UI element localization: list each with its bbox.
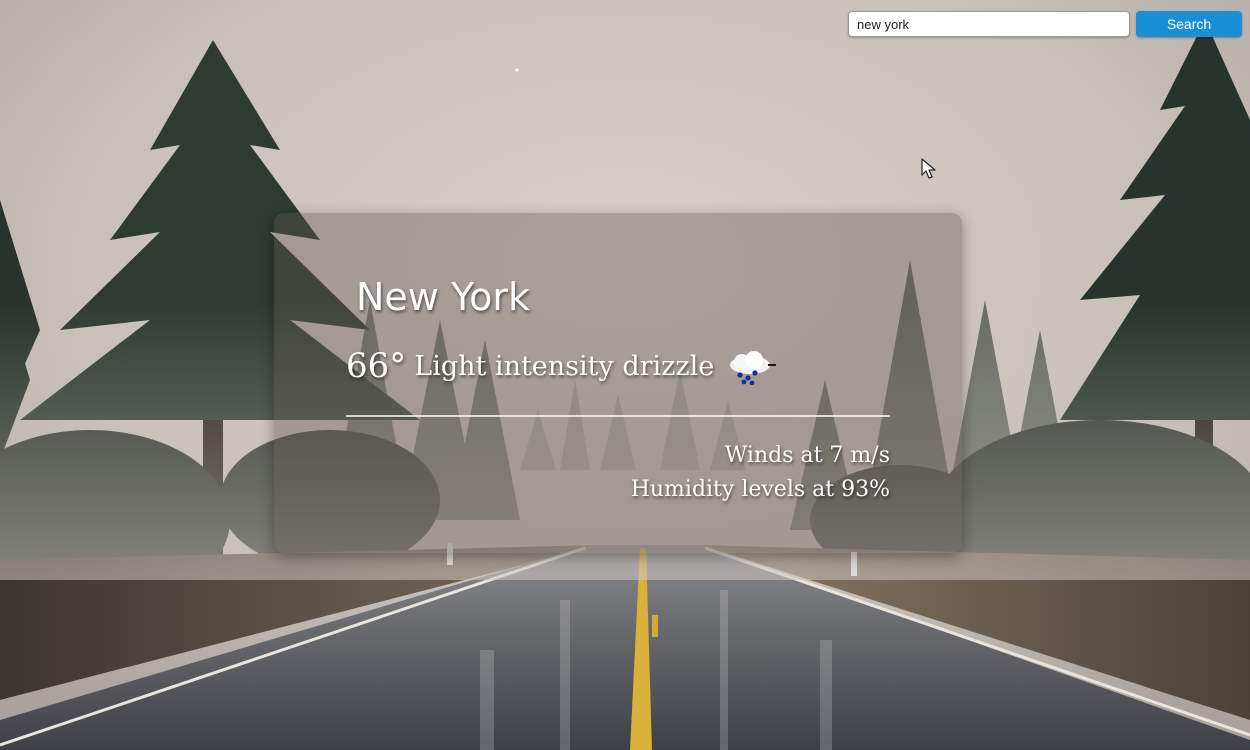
mouse-cursor-icon [921,158,939,180]
divider [346,415,890,417]
wind-speed: Winds at 7 m/s [724,443,890,468]
temperature: 66° [346,346,407,386]
search-input[interactable] [848,11,1130,37]
search-bar: Search [848,11,1242,39]
search-button[interactable]: Search [1136,11,1242,37]
current-conditions: 66° Light intensity drizzle [346,346,777,386]
weather-details: Winds at 7 m/s Humidity levels at 93% [631,439,890,507]
weather-card: New York 66° Light intensity drizzle Win… [274,213,962,553]
drizzle-cloud-icon [724,351,777,386]
weather-description: Light intensity drizzle [414,350,715,382]
city-name: New York [356,275,531,319]
humidity: Humidity levels at 93% [630,477,890,502]
